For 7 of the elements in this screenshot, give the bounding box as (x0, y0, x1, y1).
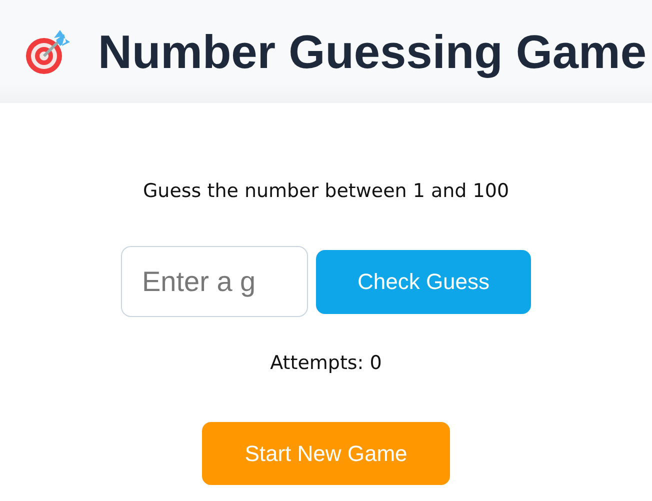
check-guess-button[interactable]: Check Guess (316, 250, 531, 314)
guess-input-field[interactable]: Enter a g (121, 246, 308, 317)
start-new-game-button[interactable]: Start New Game (202, 422, 450, 485)
app-title: Number Guessing Game (98, 24, 646, 79)
attempts-counter: Attempts: 0 (270, 352, 382, 374)
instruction-text: Guess the number between 1 and 100 (142, 180, 510, 202)
dart-target-icon (24, 28, 72, 76)
